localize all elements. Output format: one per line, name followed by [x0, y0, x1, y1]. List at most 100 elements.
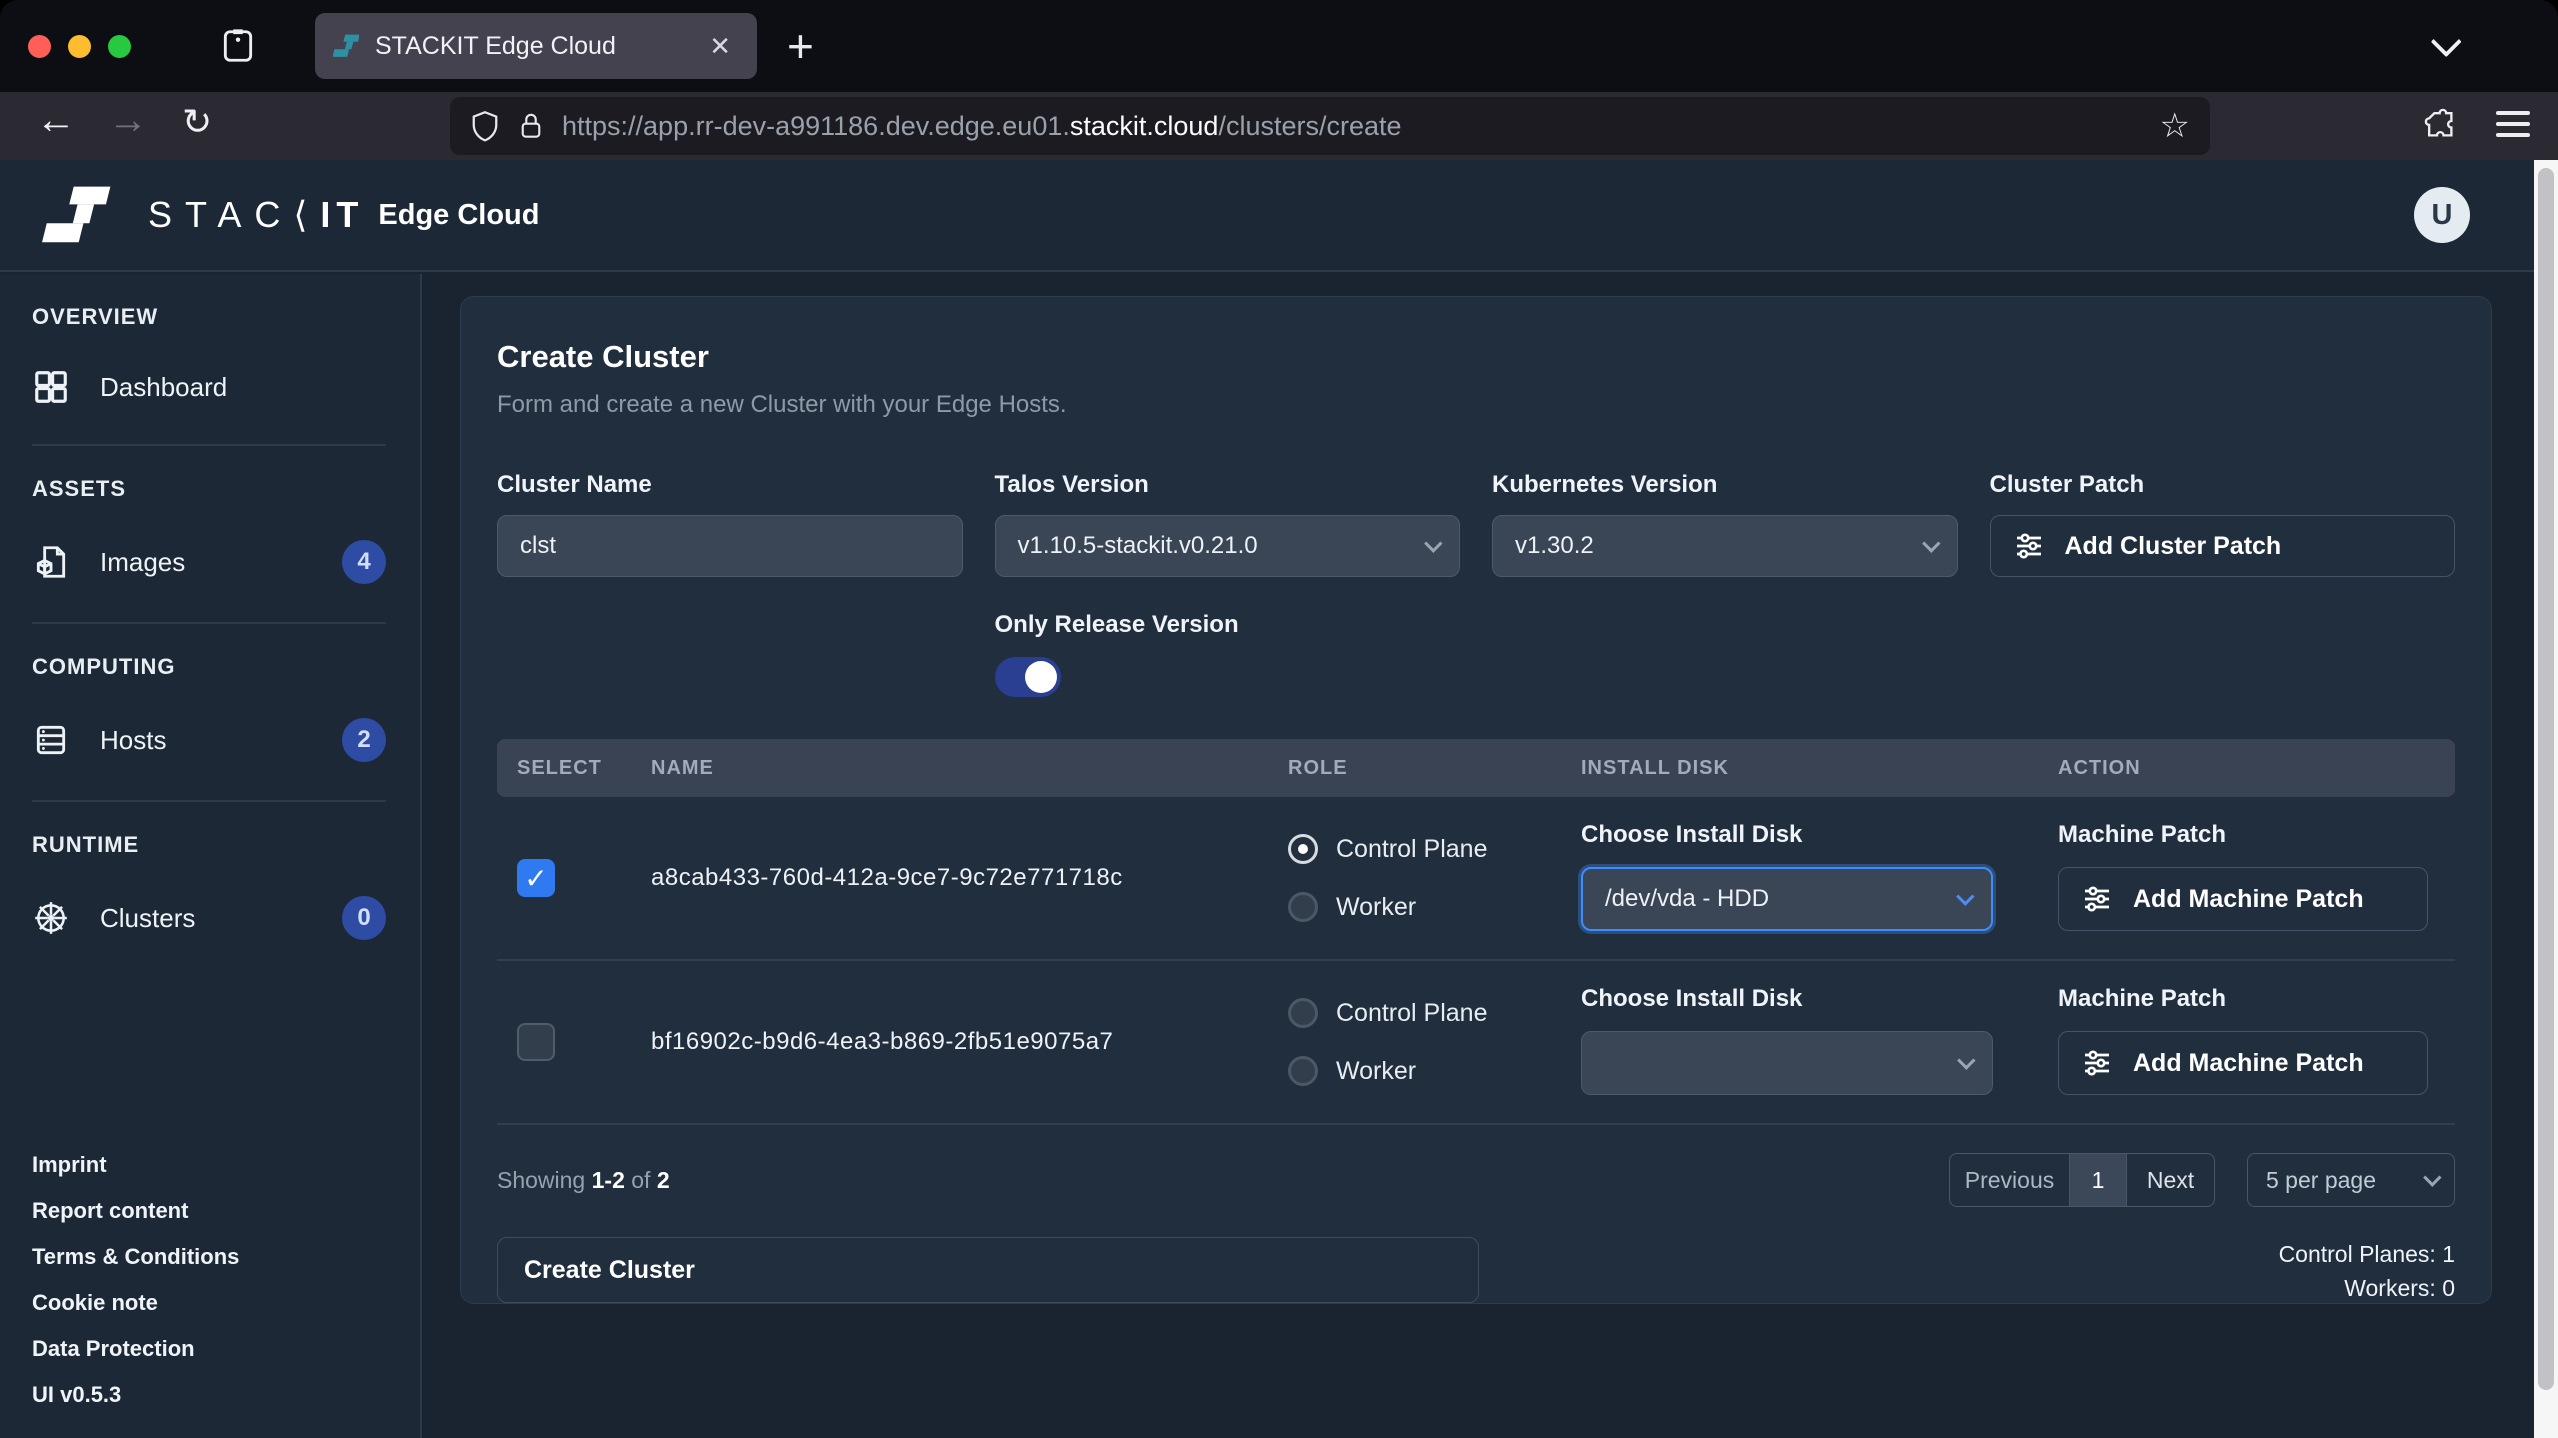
table-row: ✓ a8cab433-760d-412a-9ce7-9c72e771718c C… [497, 797, 2455, 961]
sidebar-item-clusters[interactable]: Clusters 0 [32, 896, 386, 940]
tabs-list-chevron-icon[interactable] [2431, 26, 2462, 57]
clusters-icon [32, 899, 70, 937]
reload-button[interactable]: ↻ [182, 101, 212, 143]
page-title: Create Cluster [497, 339, 2455, 375]
window-controls [28, 35, 131, 58]
kubernetes-version-select[interactable]: v1.30.2 [1492, 515, 1958, 577]
radio-worker[interactable] [1288, 892, 1318, 922]
role-summary: Control Planes: 1 Workers: 0 [2279, 1237, 2455, 1305]
sidebar-item-hosts[interactable]: Hosts 2 [32, 718, 386, 762]
choose-install-disk-label: Choose Install Disk [1581, 821, 2058, 849]
pagination-bar: Showing 1-2 of 2 Previous 1 Next 5 per p… [497, 1153, 2455, 1207]
link-terms[interactable]: Terms & Conditions [32, 1244, 239, 1270]
choose-install-disk-label: Choose Install Disk [1581, 985, 2058, 1013]
add-cluster-patch-button[interactable]: Add Cluster Patch [1990, 515, 2456, 577]
extensions-icon[interactable] [2420, 104, 2460, 144]
previous-page-button[interactable]: Previous [1950, 1154, 2070, 1206]
lock-icon[interactable] [518, 110, 544, 142]
link-imprint[interactable]: Imprint [32, 1152, 239, 1178]
stackit-logo [42, 182, 116, 248]
radio-worker[interactable] [1288, 1056, 1318, 1086]
create-cluster-button[interactable]: Create Cluster [497, 1237, 1479, 1303]
only-release-block: Only Release Version [995, 611, 2456, 697]
brand-stac: STAC [148, 194, 293, 235]
user-avatar[interactable]: U [2414, 187, 2470, 243]
cluster-name-input[interactable]: clst [497, 515, 963, 577]
main-content: Create Cluster Form and create a new Clu… [424, 274, 2534, 1438]
control-planes-count: Control Planes: 1 [2279, 1237, 2455, 1271]
add-machine-patch-label: Add Machine Patch [2133, 885, 2364, 914]
menu-hamburger-icon[interactable] [2496, 111, 2530, 115]
app-header: STAC⟨IT Edge Cloud U [0, 160, 2534, 272]
window-close-button[interactable] [28, 35, 51, 58]
talos-version-select[interactable]: v1.10.5-stackit.v0.21.0 [995, 515, 1461, 577]
bookmark-star-icon[interactable]: ☆ [2160, 106, 2190, 146]
chevron-down-icon [1424, 534, 1442, 552]
radio-label: Control Plane [1336, 835, 1487, 864]
workers-count: Workers: 0 [2279, 1271, 2455, 1305]
add-machine-patch-button[interactable]: Add Machine Patch [2058, 867, 2428, 931]
sidebar-item-label: Images [100, 547, 185, 578]
only-release-label: Only Release Version [995, 611, 2456, 639]
next-page-button[interactable]: Next [2126, 1154, 2214, 1206]
forward-button[interactable]: → [108, 98, 148, 143]
radio-label: Worker [1336, 1057, 1416, 1086]
page-subtitle: Form and create a new Cluster with your … [497, 391, 2455, 419]
row-checkbox-checked[interactable]: ✓ [517, 859, 555, 897]
ui-version: UI v0.5.3 [32, 1382, 239, 1408]
images-count-badge: 4 [342, 540, 386, 584]
sliders-icon [2081, 1047, 2113, 1079]
install-disk-select[interactable]: /dev/vda - HDD [1581, 867, 1993, 931]
sidebar-item-images[interactable]: Images 4 [32, 540, 386, 584]
link-data-protection[interactable]: Data Protection [32, 1336, 239, 1362]
new-tab-button[interactable]: + [787, 23, 814, 69]
images-icon [32, 543, 70, 581]
url-text: https://app.rr-dev-a991186.dev.edge.eu01… [562, 111, 1402, 142]
kubernetes-version-field: Kubernetes Version v1.30.2 [1492, 471, 1958, 577]
create-cluster-card: Create Cluster Form and create a new Clu… [460, 296, 2492, 1304]
current-page-button[interactable]: 1 [2070, 1154, 2126, 1206]
sidebar-section-runtime: RUNTIME [32, 832, 386, 858]
machine-patch-label: Machine Patch [2058, 985, 2455, 1013]
shield-icon[interactable] [470, 109, 500, 143]
toggle-knob [1025, 661, 1057, 693]
showing-range: 1-2 [592, 1167, 625, 1193]
page-scrollbar[interactable] [2534, 160, 2558, 1438]
back-button[interactable]: ← [36, 98, 76, 143]
sidebar-footer-links: Imprint Report content Terms & Condition… [32, 1152, 239, 1408]
sliders-icon [2081, 883, 2113, 915]
url-bar[interactable]: https://app.rr-dev-a991186.dev.edge.eu01… [450, 97, 2210, 155]
browser-tab[interactable]: STACKIT Edge Cloud ✕ [315, 13, 757, 79]
table-header: SELECT NAME ROLE INSTALL DISK ACTION [497, 739, 2455, 797]
scrollbar-thumb[interactable] [2538, 168, 2554, 1390]
radio-control-plane-selected[interactable] [1288, 834, 1318, 864]
tab-title: STACKIT Edge Cloud [375, 32, 701, 61]
window-minimize-button[interactable] [68, 35, 91, 58]
sidebar-section-overview: OVERVIEW [32, 304, 386, 330]
sidebar-item-dashboard[interactable]: Dashboard [32, 368, 386, 406]
radio-control-plane[interactable] [1288, 998, 1318, 1028]
chevron-down-icon [2423, 1168, 2441, 1186]
tab-overview-icon[interactable] [219, 27, 257, 65]
tab-close-icon[interactable]: ✕ [701, 27, 739, 66]
per-page-select[interactable]: 5 per page [2247, 1153, 2455, 1207]
link-report-content[interactable]: Report content [32, 1198, 239, 1224]
cluster-patch-label: Cluster Patch [1990, 471, 2456, 499]
window-zoom-button[interactable] [108, 35, 131, 58]
row-checkbox-unchecked[interactable] [517, 1023, 555, 1061]
install-disk-select-empty[interactable] [1581, 1031, 1993, 1095]
url-prefix: https://app.rr-dev-a991186.dev.edge.eu01… [562, 111, 1070, 141]
showing-text: Showing 1-2 of 2 [497, 1167, 670, 1194]
add-machine-patch-button[interactable]: Add Machine Patch [2058, 1031, 2428, 1095]
footer-actions: Create Cluster Control Planes: 1 Workers… [497, 1237, 2455, 1305]
brand-wordmark: STAC⟨IT [148, 194, 364, 236]
host-name: bf16902c-b9d6-4ea3-b869-2fb51e9075a7 [651, 1028, 1113, 1056]
kubernetes-version-value: v1.30.2 [1515, 532, 1594, 560]
link-cookie-note[interactable]: Cookie note [32, 1290, 239, 1316]
app-viewport: STAC⟨IT Edge Cloud U OVERVIEW Dashboard … [0, 160, 2534, 1438]
sidebar-item-label: Hosts [100, 725, 166, 756]
sidebar-section-assets: ASSETS [32, 476, 386, 502]
only-release-toggle[interactable] [995, 657, 1061, 697]
cluster-name-label: Cluster Name [497, 471, 963, 499]
col-install-disk: INSTALL DISK [1581, 757, 2058, 780]
